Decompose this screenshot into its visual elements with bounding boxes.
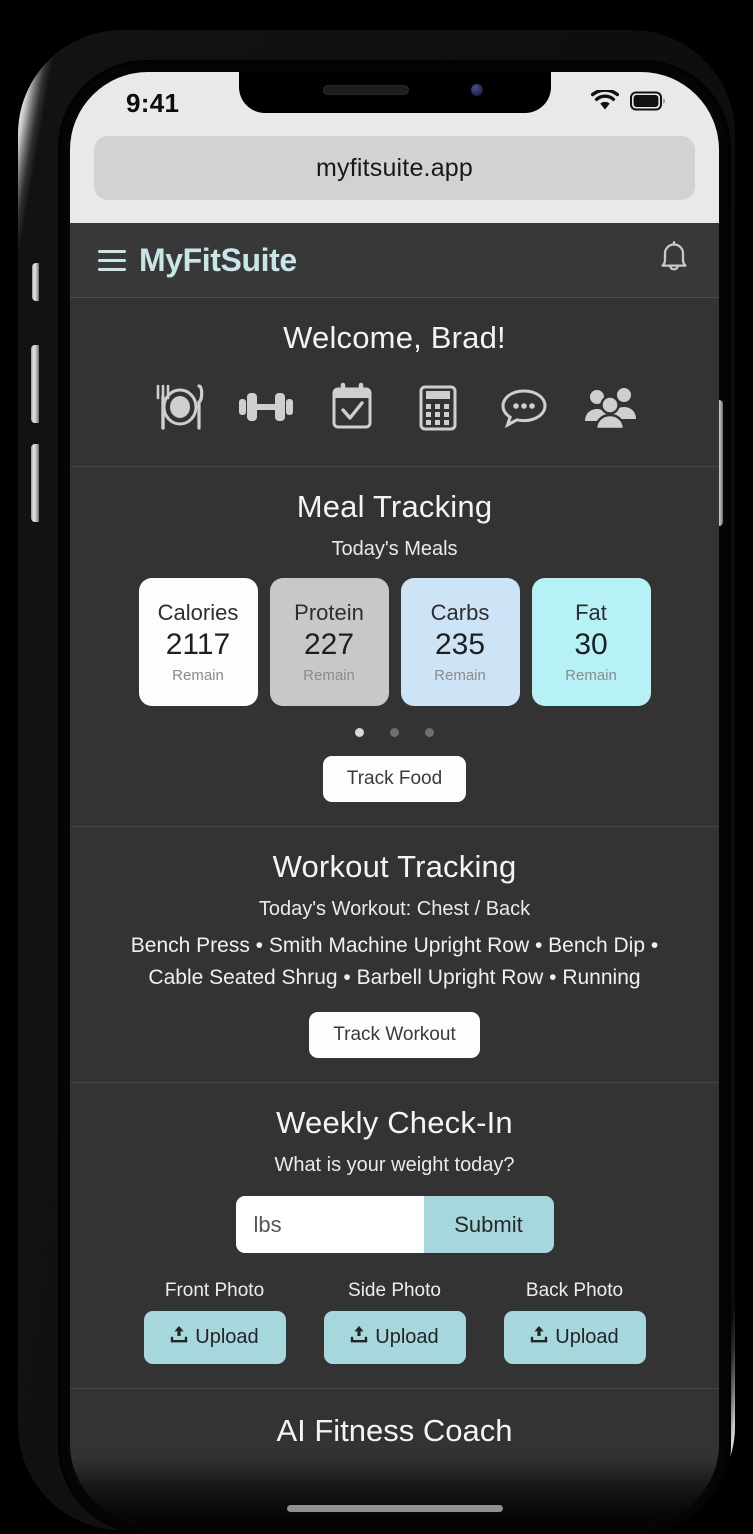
macro-label: Carbs — [430, 599, 490, 625]
status-icons — [590, 88, 667, 116]
carousel-dots — [90, 728, 699, 737]
macro-value: 227 — [303, 628, 355, 662]
volume-down-button[interactable] — [31, 444, 39, 522]
macro-unit: Remain — [565, 667, 617, 685]
chat-bubble-icon — [493, 379, 555, 440]
weekly-checkin-section: Weekly Check-In What is your weight toda… — [70, 1083, 719, 1389]
macro-label: Calories — [157, 599, 239, 625]
home-indicator[interactable] — [286, 1505, 503, 1512]
macro-value: 2117 — [165, 628, 231, 662]
meal-tracking-section: Meal Tracking Today's Meals Calories 211… — [70, 467, 719, 827]
quick-nav — [70, 378, 719, 440]
ai-coach-title: AI Fitness Coach — [276, 1413, 513, 1448]
weekly-checkin-title: Weekly Check-In — [276, 1105, 513, 1140]
carousel-dot[interactable] — [355, 728, 364, 737]
quicknav-item-calendar[interactable] — [321, 378, 383, 440]
photo-upload-front: Front Photo Upload — [143, 1280, 286, 1364]
macro-value: 30 — [574, 628, 608, 662]
photo-upload-row: Front Photo Upload Side Photo Upload Bac… — [90, 1280, 699, 1364]
display-notch — [238, 72, 551, 113]
phone-screen: 9:41 myfitsuite.app MyFitSuite Welcome, … — [70, 72, 719, 1522]
app-body: MyFitSuite Welcome, Brad! Meal Tracking … — [70, 223, 719, 1522]
carousel-dot[interactable] — [425, 728, 434, 737]
macro-label: Protein — [294, 599, 364, 625]
track-food-button[interactable]: Track Food — [322, 756, 467, 802]
workout-tracking-section: Workout Tracking Today's Workout: Chest … — [70, 827, 719, 1083]
earpiece-speaker — [322, 85, 409, 95]
quicknav-item-messages[interactable] — [493, 378, 555, 440]
app-header: MyFitSuite — [70, 223, 719, 298]
browser-chrome: 9:41 myfitsuite.app — [70, 72, 719, 223]
quicknav-item-community[interactable] — [579, 378, 641, 440]
photo-upload-side: Side Photo Upload — [323, 1280, 466, 1364]
macro-value: 235 — [434, 628, 486, 662]
dumbbell-icon — [235, 379, 297, 440]
photo-label: Front Photo — [164, 1280, 265, 1301]
upload-icon — [350, 1325, 368, 1350]
front-camera-icon — [470, 84, 483, 96]
upload-button-label: Upload — [375, 1326, 439, 1348]
macro-unit: Remain — [434, 667, 486, 685]
volume-up-button[interactable] — [31, 345, 39, 423]
welcome-section: Welcome, Brad! — [70, 298, 719, 467]
url-bar[interactable]: myfitsuite.app — [94, 136, 695, 200]
photo-label: Back Photo — [525, 1280, 624, 1301]
calendar-check-icon — [321, 379, 383, 440]
macro-label: Fat — [575, 599, 607, 625]
phone-frame: 9:41 myfitsuite.app MyFitSuite Welcome, … — [18, 30, 735, 1534]
notification-button[interactable] — [657, 240, 691, 281]
status-bar: 9:41 — [70, 72, 719, 128]
calculator-icon — [407, 379, 469, 440]
bell-icon — [657, 240, 691, 281]
carousel-dot[interactable] — [390, 728, 399, 737]
meal-icon — [149, 379, 211, 440]
macro-card[interactable]: Fat 30 Remain — [531, 578, 651, 706]
macro-card[interactable]: Carbs 235 Remain — [400, 578, 520, 706]
upload-button-front[interactable]: Upload — [143, 1311, 286, 1364]
upload-button-back[interactable]: Upload — [503, 1311, 646, 1364]
photo-label: Side Photo — [348, 1280, 441, 1301]
macro-unit: Remain — [303, 667, 355, 685]
macro-card-row: Calories 2117 Remain Protein 227 Remain … — [90, 578, 699, 706]
weight-input[interactable] — [235, 1196, 424, 1253]
macro-card[interactable]: Calories 2117 Remain — [138, 578, 258, 706]
upload-button-label: Upload — [555, 1326, 619, 1348]
workout-tracking-title: Workout Tracking — [272, 849, 517, 884]
brand-title: MyFitSuite — [139, 241, 297, 278]
people-group-icon — [579, 379, 641, 440]
track-workout-button[interactable]: Track Workout — [309, 1012, 480, 1058]
weight-form: Submit — [90, 1196, 699, 1253]
upload-icon — [530, 1325, 548, 1350]
ai-coach-section: AI Fitness Coach — [70, 1389, 719, 1449]
status-time: 9:41 — [126, 88, 180, 118]
photo-upload-back: Back Photo Upload — [503, 1280, 646, 1364]
weight-question: What is your weight today? — [274, 1154, 515, 1176]
quicknav-item-workouts[interactable] — [235, 378, 297, 440]
hamburger-menu-icon[interactable] — [98, 249, 126, 271]
battery-full-icon — [630, 91, 667, 116]
meal-tracking-title: Meal Tracking — [296, 489, 493, 524]
welcome-title: Welcome, Brad! — [283, 320, 506, 355]
mute-switch-button[interactable] — [32, 263, 39, 301]
upload-button-side[interactable]: Upload — [323, 1311, 466, 1364]
macro-card[interactable]: Protein 227 Remain — [269, 578, 389, 706]
workout-exercise-list: Bench Press • Smith Machine Upright Row … — [130, 934, 659, 989]
submit-button[interactable]: Submit — [423, 1196, 554, 1253]
upload-icon — [170, 1325, 188, 1350]
url-text: myfitsuite.app — [315, 153, 474, 182]
macro-unit: Remain — [172, 667, 224, 685]
quicknav-item-meals[interactable] — [149, 378, 211, 440]
quicknav-item-calculator[interactable] — [407, 378, 469, 440]
upload-button-label: Upload — [195, 1326, 259, 1348]
meal-tracking-subtitle: Today's Meals — [331, 538, 458, 560]
workout-today-label: Today's Workout: Chest / Back — [258, 898, 531, 920]
wifi-icon — [590, 88, 620, 116]
